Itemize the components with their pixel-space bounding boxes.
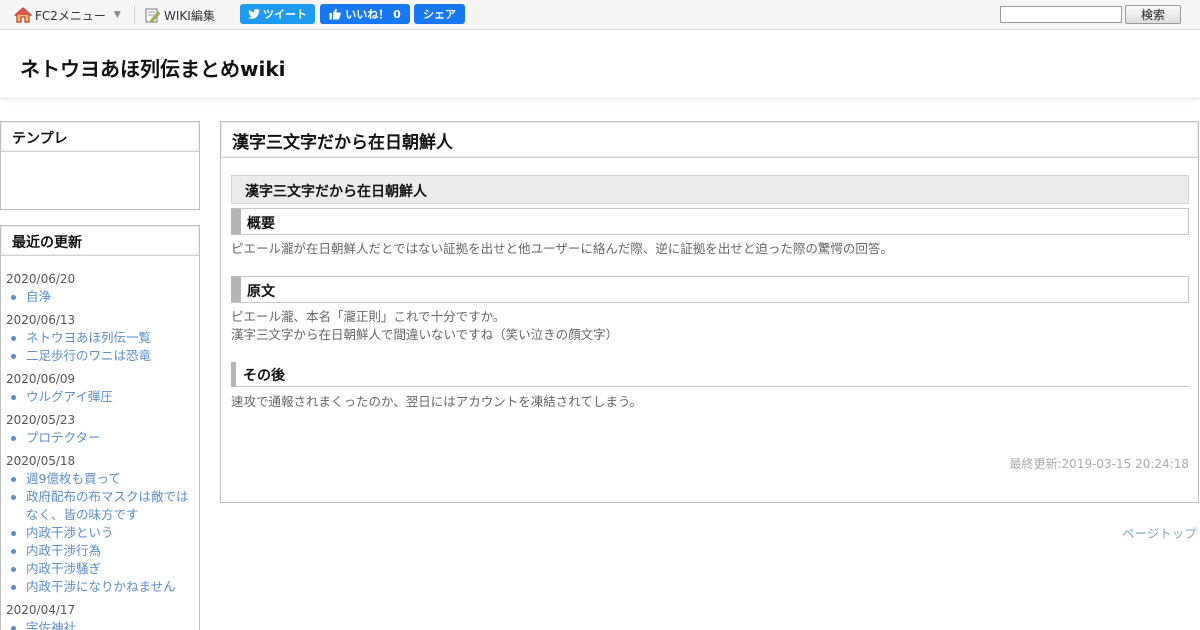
thumbs-up-icon bbox=[329, 8, 342, 20]
share-label: シェア bbox=[423, 8, 456, 21]
page-title: 漢字三文字だから在日朝鮮人 bbox=[221, 122, 1198, 158]
divider bbox=[134, 6, 135, 24]
fc2-menu-label: FC2メニュー bbox=[35, 8, 106, 23]
list-item[interactable]: 週9億枚も買って bbox=[6, 470, 194, 488]
wiki-edit-link[interactable]: WIKI編集 bbox=[145, 6, 215, 24]
search-button[interactable]: 検索 bbox=[1125, 5, 1181, 24]
edit-icon bbox=[145, 8, 160, 23]
sidebar-template-title: テンプレ bbox=[1, 122, 199, 152]
site-title[interactable]: ネトウヨあほ列伝まとめwiki bbox=[20, 53, 286, 82]
wiki-edit-label: WIKI編集 bbox=[164, 8, 215, 23]
search-input[interactable] bbox=[1000, 6, 1122, 23]
top-bar: FC2メニュー ▼ WIKI編集 ツイート いいね！ 0 シェア 検索 bbox=[0, 0, 1200, 30]
article-heading: 漢字三文字だから在日朝鮮人 bbox=[231, 175, 1189, 204]
overview-text: ピエール瀧が在日朝鮮人だとではない証拠を出せと他ユーザーに絡んだ際、逆に証拠を出… bbox=[231, 241, 893, 256]
search-button-label: 検索 bbox=[1140, 8, 1165, 22]
list-item[interactable]: 内政干渉行為 bbox=[6, 542, 194, 560]
recent-updates-list: 2020/06/20 自浄 2020/06/13 ネトウヨあほ列伝一覧 二足歩行… bbox=[1, 256, 199, 630]
list-item[interactable]: ウルグアイ弾圧 bbox=[6, 388, 194, 406]
list-item[interactable]: 内政干渉騒ぎ bbox=[6, 560, 194, 578]
update-date: 2020/05/18 bbox=[6, 454, 76, 468]
chevron-down-icon: ▼ bbox=[113, 10, 121, 20]
update-date: 2020/04/17 bbox=[6, 603, 76, 617]
update-date: 2020/06/13 bbox=[6, 313, 76, 327]
after-text: 速攻で通報されまくったのか、翌日にはアカウントを凍結されてしまう。 bbox=[231, 394, 643, 409]
like-label: いいね！ 0 bbox=[345, 8, 401, 21]
tweet-button[interactable]: ツイート bbox=[240, 4, 315, 24]
home-icon bbox=[14, 7, 32, 23]
list-item[interactable]: 宇佐神社 bbox=[6, 619, 194, 630]
list-item[interactable]: 二足歩行のワニは恐竜 bbox=[6, 347, 194, 365]
list-item[interactable]: 内政干渉という bbox=[6, 524, 194, 542]
fc2-menu-button[interactable]: FC2メニュー ▼ bbox=[14, 6, 121, 24]
update-date: 2020/05/23 bbox=[6, 413, 76, 427]
section-heading-after: その後 bbox=[231, 362, 1189, 387]
list-item[interactable]: 内政干渉になりかねません bbox=[6, 578, 194, 596]
sidebar-template-box: テンプレ bbox=[0, 121, 200, 210]
list-item[interactable]: 政府配布の布マスクは敵ではなく、皆の味方です bbox=[6, 488, 194, 524]
sidebar-recent-box: 最近の更新 2020/06/20 自浄 2020/06/13 ネトウヨあほ列伝一… bbox=[0, 225, 200, 630]
tweet-label: ツイート bbox=[263, 8, 307, 21]
original-text-line-1: ピエール瀧、本名「瀧正則」これで十分ですか。 bbox=[231, 309, 506, 324]
list-item[interactable]: プロテクター bbox=[6, 429, 194, 447]
section-heading-overview: 概要 bbox=[231, 208, 1189, 235]
share-button[interactable]: シェア bbox=[414, 4, 465, 24]
twitter-icon bbox=[248, 9, 260, 19]
list-item[interactable]: 自浄 bbox=[6, 288, 194, 306]
sidebar-recent-title: 最近の更新 bbox=[1, 226, 199, 256]
original-text-line-2: 漢字三文字から在日朝鮮人で間違いないですね（笑い泣きの顔文字） bbox=[231, 327, 619, 342]
section-heading-original: 原文 bbox=[231, 276, 1189, 303]
page-top-link[interactable]: ページトップ bbox=[1122, 523, 1197, 542]
list-item[interactable]: ネトウヨあほ列伝一覧 bbox=[6, 329, 194, 347]
site-header: ネトウヨあほ列伝まとめwiki bbox=[0, 31, 1200, 99]
update-date: 2020/06/20 bbox=[6, 272, 76, 286]
main-content: 漢字三文字だから在日朝鮮人 漢字三文字だから在日朝鮮人 概要 ピエール瀧が在日朝… bbox=[220, 121, 1199, 503]
update-date: 2020/06/09 bbox=[6, 372, 76, 386]
like-button[interactable]: いいね！ 0 bbox=[320, 4, 410, 24]
last-modified: 最終更新:2019-03-15 20:24:18 bbox=[1009, 457, 1190, 471]
